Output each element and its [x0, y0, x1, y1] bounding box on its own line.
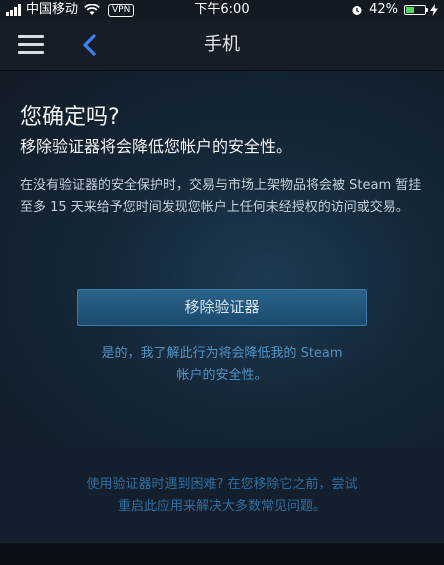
acknowledge-link[interactable]: 是的，我了解此行为将会降低我的 Steam 帐户的安全性。 — [50, 343, 394, 387]
battery-percent: 42% — [369, 2, 398, 17]
status-bar: 中国移动 VPN 下午6:00 42% — [0, 0, 444, 20]
alarm-icon — [352, 6, 362, 15]
acknowledge-line-2: 帐户的安全性。 — [176, 368, 268, 383]
remove-authenticator-button[interactable]: 移除验证器 — [77, 289, 367, 326]
screen: 中国移动 VPN 下午6:00 42% 手机 您确定吗? 移除验证器将会降低您帐… — [0, 0, 444, 565]
main-content: 您确定吗? 移除验证器将会降低您帐户的安全性。 在没有验证器的安全保护时，交易与… — [0, 71, 444, 448]
status-right: 42% — [351, 0, 438, 20]
help-line-1: 使用验证器时遇到困难? 在您移除它之前，尝试 — [86, 477, 358, 492]
warning-description: 在没有验证器的安全保护时，交易与市场上架物品将会被 Steam 暂挂至多 15 … — [20, 178, 422, 215]
confirm-heading: 您确定吗? — [20, 105, 120, 130]
bottom-strip — [0, 543, 444, 565]
help-link[interactable]: 使用验证器时遇到困难? 在您移除它之前，尝试 重启此应用来解决大多数常见问题。 — [20, 474, 424, 518]
help-line-2: 重启此应用来解决大多数常见问题。 — [117, 499, 326, 514]
help-section: 使用验证器时遇到困难? 在您移除它之前，尝试 重启此应用来解决大多数常见问题。 — [0, 448, 444, 543]
charging-bolt-icon — [430, 4, 438, 16]
acknowledge-line-1: 是的，我了解此行为将会降低我的 Steam — [101, 346, 343, 361]
warning-subtitle: 移除验证器将会降低您帐户的安全性。 — [20, 137, 293, 156]
battery-icon — [404, 5, 428, 15]
page-title: 手机 — [204, 34, 240, 55]
nav-bar: 手机 — [0, 20, 444, 71]
